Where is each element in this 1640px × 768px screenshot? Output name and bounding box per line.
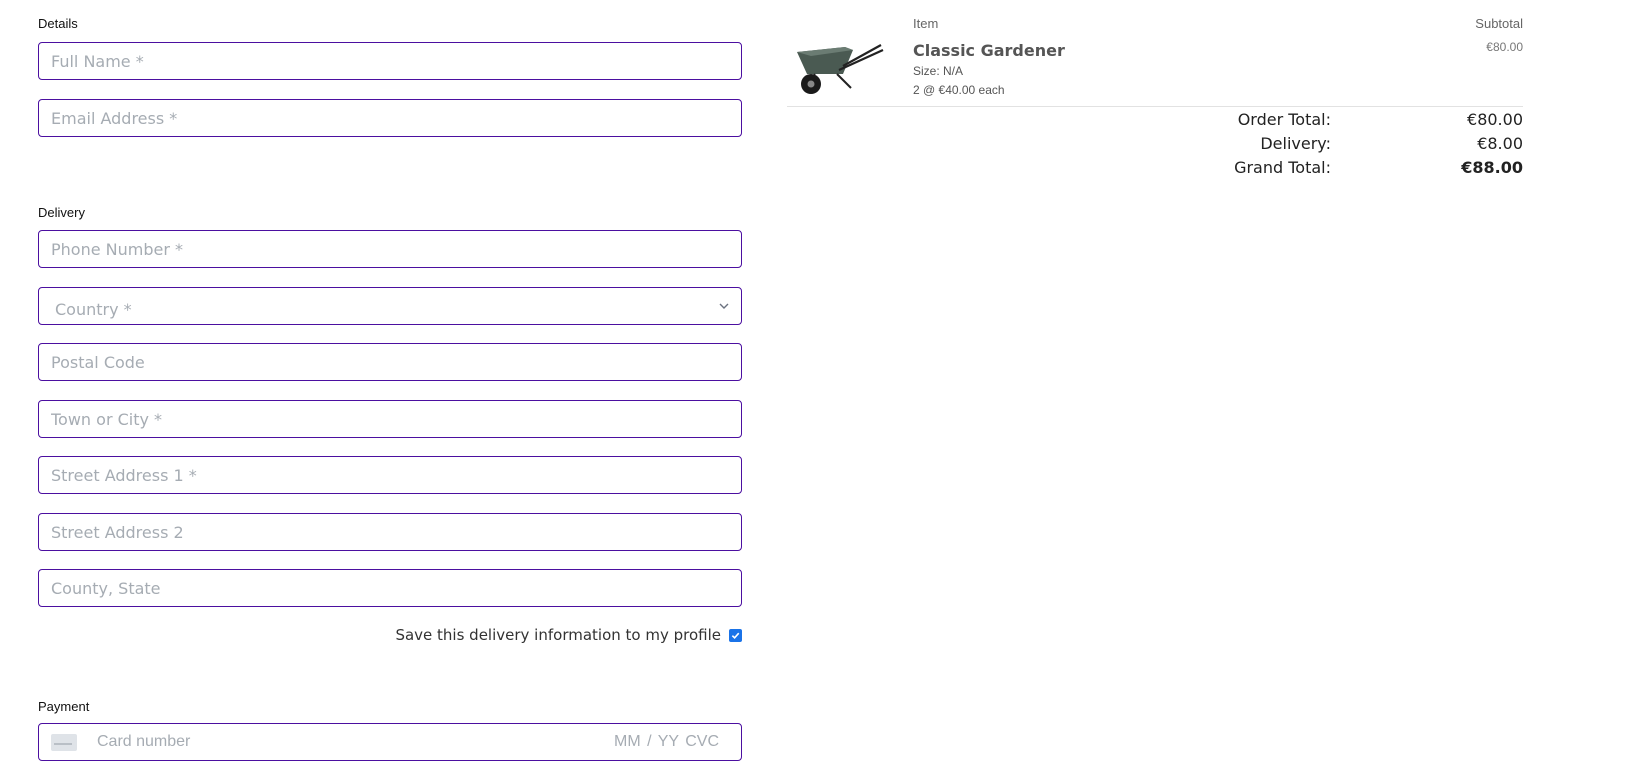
- delivery-cost-value: €8.00: [1477, 134, 1523, 153]
- postal-code-input[interactable]: [39, 344, 741, 380]
- country-select-value: Country *: [55, 299, 132, 319]
- town-city-field[interactable]: [38, 400, 742, 438]
- subtotal-header: Subtotal: [1475, 16, 1523, 31]
- email-field[interactable]: [38, 99, 742, 137]
- item-quantity: 2 @ €40.00 each: [913, 83, 1005, 97]
- phone-field[interactable]: [38, 230, 742, 268]
- order-total-value: €80.00: [1467, 110, 1523, 129]
- full-name-field[interactable]: [38, 42, 742, 80]
- delivery-cost-label: Delivery:: [1260, 134, 1331, 153]
- checkmark-icon: [731, 632, 740, 639]
- street-address-2-field[interactable]: [38, 513, 742, 551]
- details-label: Details: [38, 16, 78, 31]
- town-city-input[interactable]: [39, 401, 741, 437]
- street-address-2-input[interactable]: [39, 514, 741, 550]
- grand-total-label: Grand Total:: [1234, 158, 1331, 177]
- order-total-row: Order Total: €80.00: [787, 110, 1523, 132]
- full-name-input[interactable]: [39, 43, 741, 79]
- card-field[interactable]: Card number MM / YY CVC: [38, 723, 742, 761]
- item-subtotal: €80.00: [1486, 40, 1523, 54]
- expiry-cvc-placeholder: MM / YY CVC: [614, 733, 719, 750]
- delivery-row: Delivery: €8.00: [787, 134, 1523, 156]
- street-address-1-input[interactable]: [39, 457, 741, 493]
- chevron-down-icon: [719, 303, 729, 309]
- save-info-checkbox[interactable]: [729, 628, 742, 642]
- email-input[interactable]: [39, 100, 741, 136]
- grand-total-row: Grand Total: €88.00: [787, 158, 1523, 180]
- country-select[interactable]: Country *: [38, 287, 742, 325]
- card-number-placeholder: Card number: [97, 733, 191, 750]
- phone-input[interactable]: [39, 231, 741, 267]
- county-state-input[interactable]: [39, 570, 741, 606]
- street-address-1-field[interactable]: [38, 456, 742, 494]
- item-header: Item: [913, 16, 939, 31]
- save-info-row: Save this delivery information to my pro…: [38, 626, 742, 644]
- grand-total-value: €88.00: [1461, 158, 1523, 177]
- wheelbarrow-image: [797, 44, 884, 94]
- item-name: Classic Gardener: [913, 41, 1065, 60]
- credit-card-icon: [51, 733, 77, 751]
- payment-label: Payment: [38, 699, 90, 714]
- delivery-label: Delivery: [38, 205, 85, 220]
- postal-code-field[interactable]: [38, 343, 742, 381]
- county-state-field[interactable]: [38, 569, 742, 607]
- order-total-label: Order Total:: [1237, 110, 1331, 129]
- save-info-label: Save this delivery information to my pro…: [395, 626, 721, 644]
- summary-divider: [787, 106, 1523, 107]
- item-size: Size: N/A: [913, 64, 964, 78]
